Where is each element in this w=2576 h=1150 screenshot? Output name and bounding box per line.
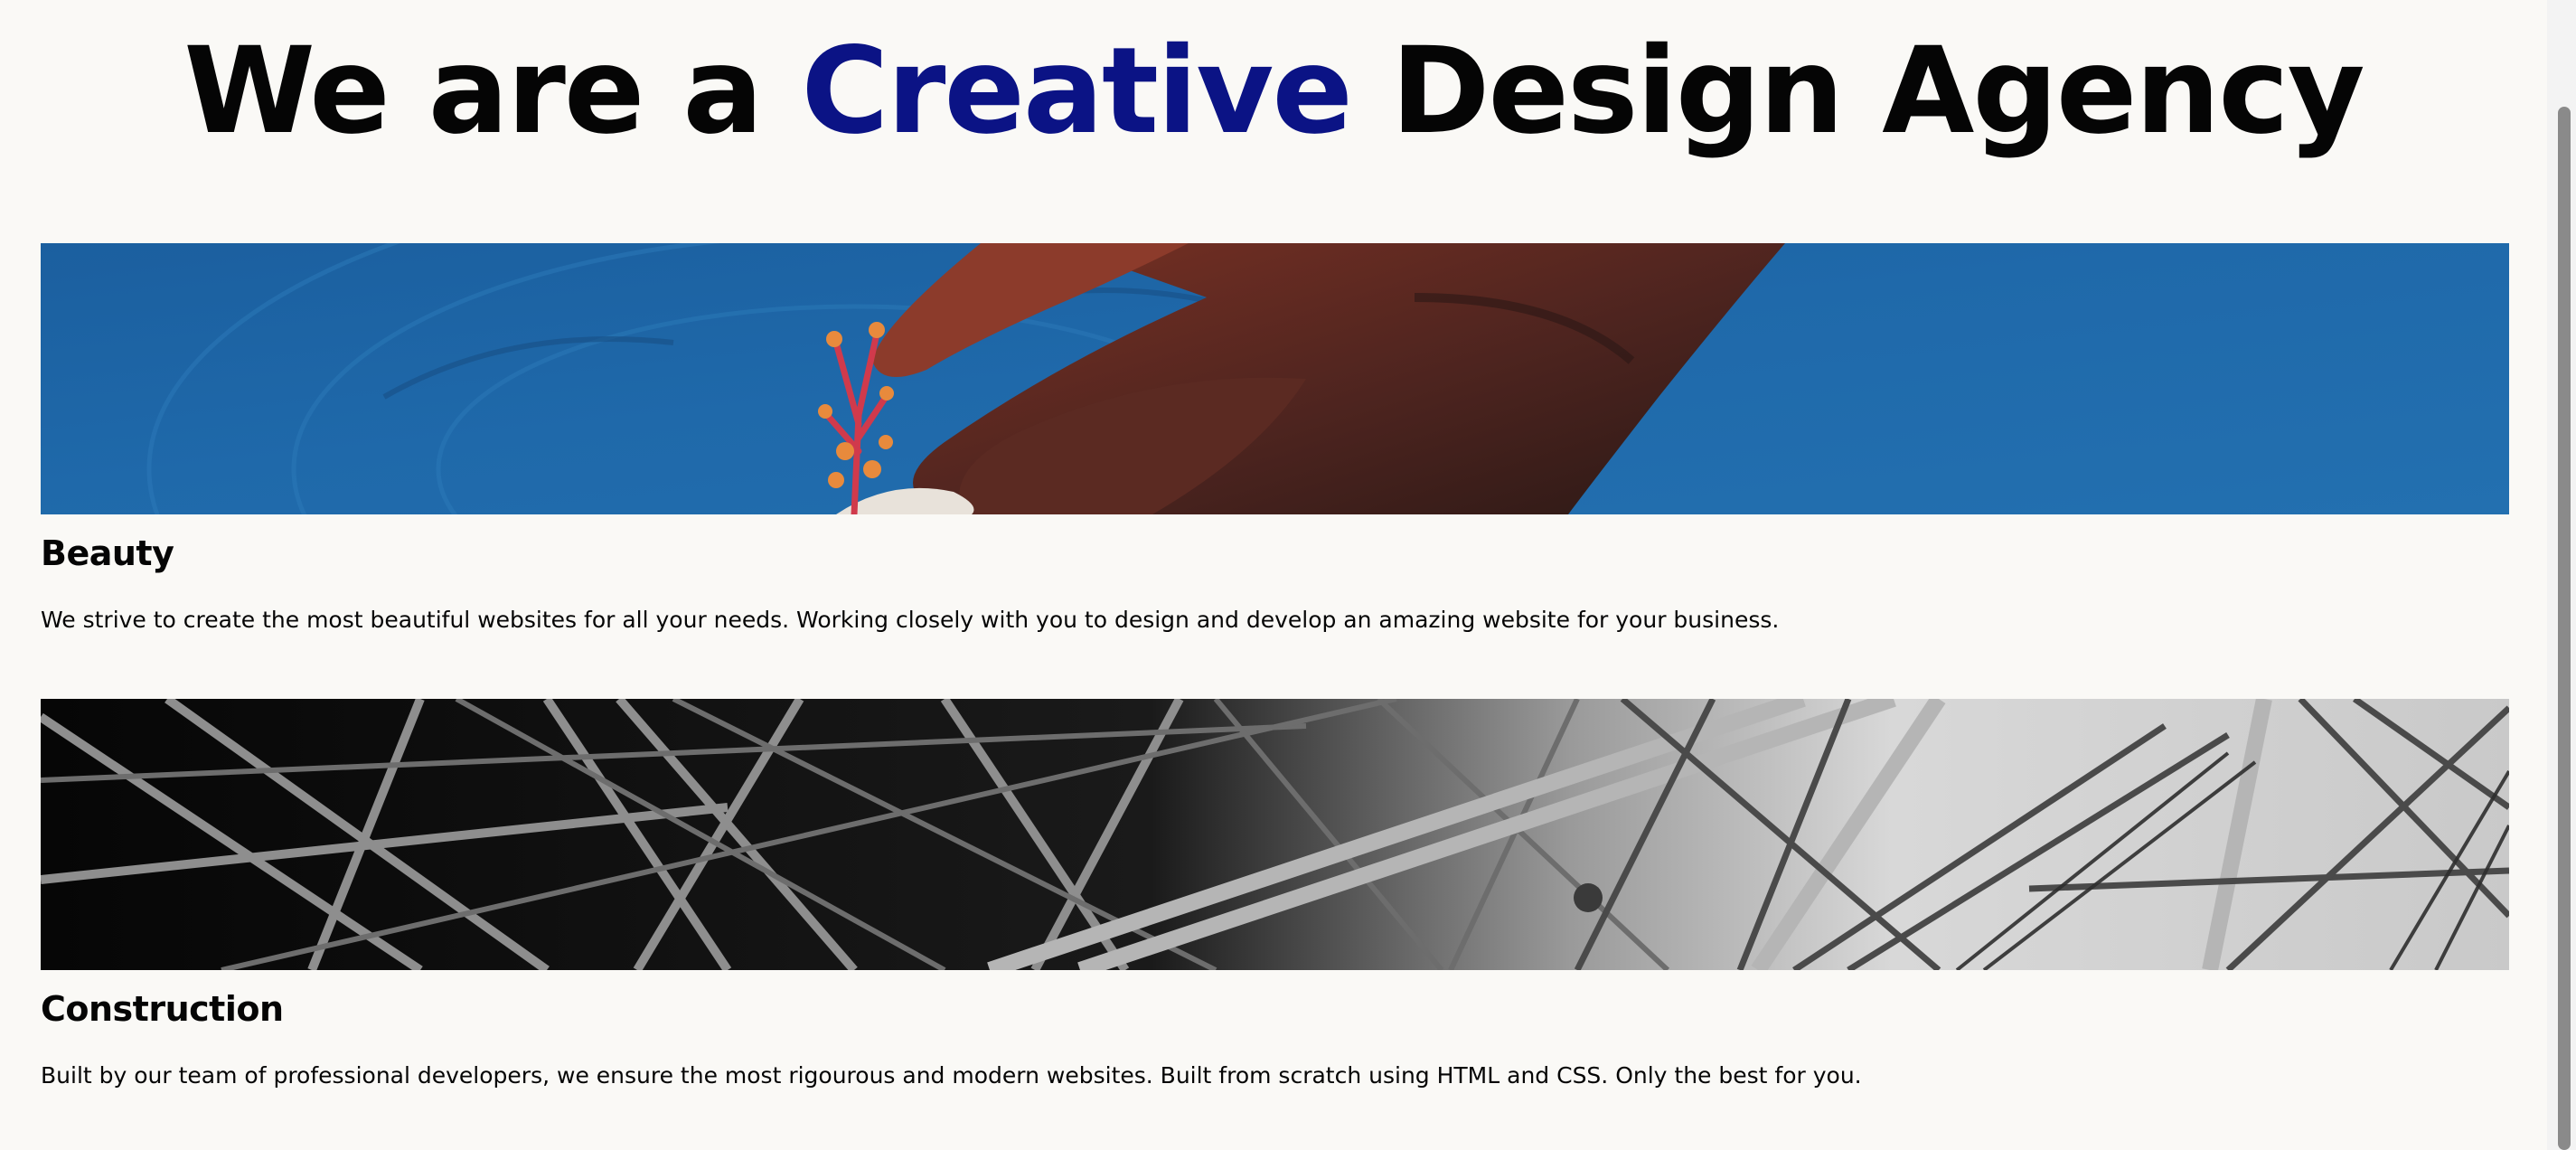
hero-title-start: We are a	[183, 22, 802, 161]
beauty-image	[41, 243, 2509, 514]
card-title-beauty: Beauty	[41, 533, 174, 573]
card-text-construction: Built by our team of professional develo…	[41, 1062, 1862, 1089]
scrollbar-thumb[interactable]	[2558, 107, 2571, 1150]
hero-title: We are a Creative Design Agency	[0, 24, 2547, 159]
card-title-construction: Construction	[41, 989, 284, 1029]
card-text-beauty: We strive to create the most beautiful w…	[41, 607, 1780, 633]
hero-title-end: Design Agency	[1350, 22, 2365, 161]
vertical-scrollbar[interactable]	[2547, 0, 2576, 1150]
steel-structure-illustration	[41, 699, 2509, 970]
page: We are a Creative Design Agency Beauty W…	[0, 0, 2547, 1150]
construction-image	[41, 699, 2509, 970]
hand-in-water-illustration	[41, 243, 2509, 514]
hero-title-accent: Creative	[801, 22, 1352, 161]
